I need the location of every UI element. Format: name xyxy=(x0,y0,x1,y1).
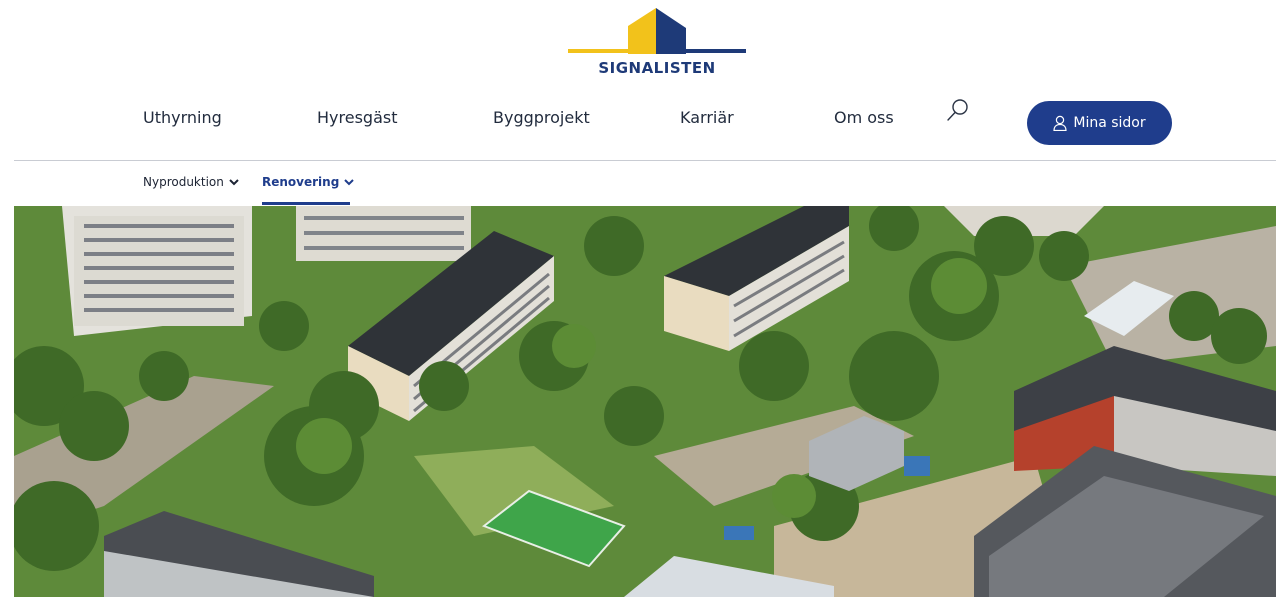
mina-sidor-button[interactable]: Mina sidor xyxy=(1027,101,1172,145)
sub-navigation: Nyproduktion Renovering xyxy=(0,170,1276,205)
chevron-down-icon xyxy=(229,178,239,185)
search-button[interactable] xyxy=(946,97,970,123)
user-icon xyxy=(1053,115,1067,131)
nav-item-hyresgast[interactable]: Hyresgäst xyxy=(317,108,397,127)
subnav-active-indicator xyxy=(262,202,350,205)
nav-item-karriar[interactable]: Karriär xyxy=(680,108,734,127)
subnav-item-renovering[interactable]: Renovering xyxy=(262,175,355,189)
header-divider xyxy=(14,160,1276,161)
subnav-item-nyproduktion[interactable]: Nyproduktion xyxy=(143,175,239,189)
nav-item-byggprojekt[interactable]: Byggprojekt xyxy=(493,108,590,127)
signalisten-logo[interactable]: SIGNALISTEN xyxy=(566,6,748,78)
logo-wordmark: SIGNALISTEN xyxy=(598,59,716,77)
nav-item-uthyrning[interactable]: Uthyrning xyxy=(143,108,222,127)
hero-image xyxy=(14,206,1276,597)
subnav-item-label: Renovering xyxy=(262,175,340,189)
subnav-item-label: Nyproduktion xyxy=(143,175,224,189)
mina-sidor-label: Mina sidor xyxy=(1073,115,1146,131)
chevron-down-icon xyxy=(344,178,355,185)
search-icon xyxy=(947,99,968,121)
nav-item-om-oss[interactable]: Om oss xyxy=(834,108,894,127)
logo-mark xyxy=(568,8,746,54)
aerial-view-illustration xyxy=(14,206,1276,597)
